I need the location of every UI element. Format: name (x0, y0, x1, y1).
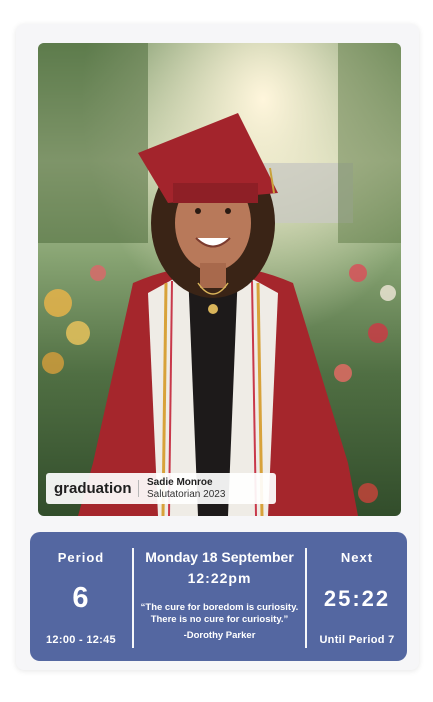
schedule-panel: Period 6 12:00 - 12:45 Monday 18 Septemb… (30, 532, 407, 661)
caption-details: Sadie Monroe Salutatorian 2023 (147, 477, 225, 501)
period-number: 6 (72, 582, 90, 614)
quote-text: “The cure for boredom is curiosity. Ther… (140, 602, 299, 626)
photo-illustration (38, 43, 401, 516)
caption-divider (138, 480, 139, 497)
current-date: Monday 18 September (145, 549, 294, 565)
next-period-section: Next 25:22 Until Period 7 (307, 532, 407, 661)
graduation-photo (38, 43, 401, 516)
period-label: Period (57, 550, 105, 565)
caption-tag: graduation (54, 480, 132, 497)
current-time: 12:22pm (187, 570, 252, 586)
next-label: Next (340, 550, 374, 565)
student-name: Sadie Monroe (147, 476, 213, 488)
student-role: Salutatorian 2023 (147, 488, 226, 500)
countdown-timer: 25:22 (323, 586, 391, 611)
photo-caption: graduation Sadie Monroe Salutatorian 202… (46, 473, 276, 504)
period-time-range: 12:00 - 12:45 (46, 634, 116, 646)
quote-author: -Dorothy Parker (183, 630, 256, 641)
date-time-section: Monday 18 September 12:22pm “The cure fo… (134, 532, 305, 661)
next-period-text: Until Period 7 (319, 634, 395, 646)
current-period-section: Period 6 12:00 - 12:45 (30, 532, 132, 661)
quote-line-1: “The cure for boredom is curiosity. (140, 602, 299, 613)
quote-line-2: There is no cure for curiosity.” (150, 614, 289, 625)
